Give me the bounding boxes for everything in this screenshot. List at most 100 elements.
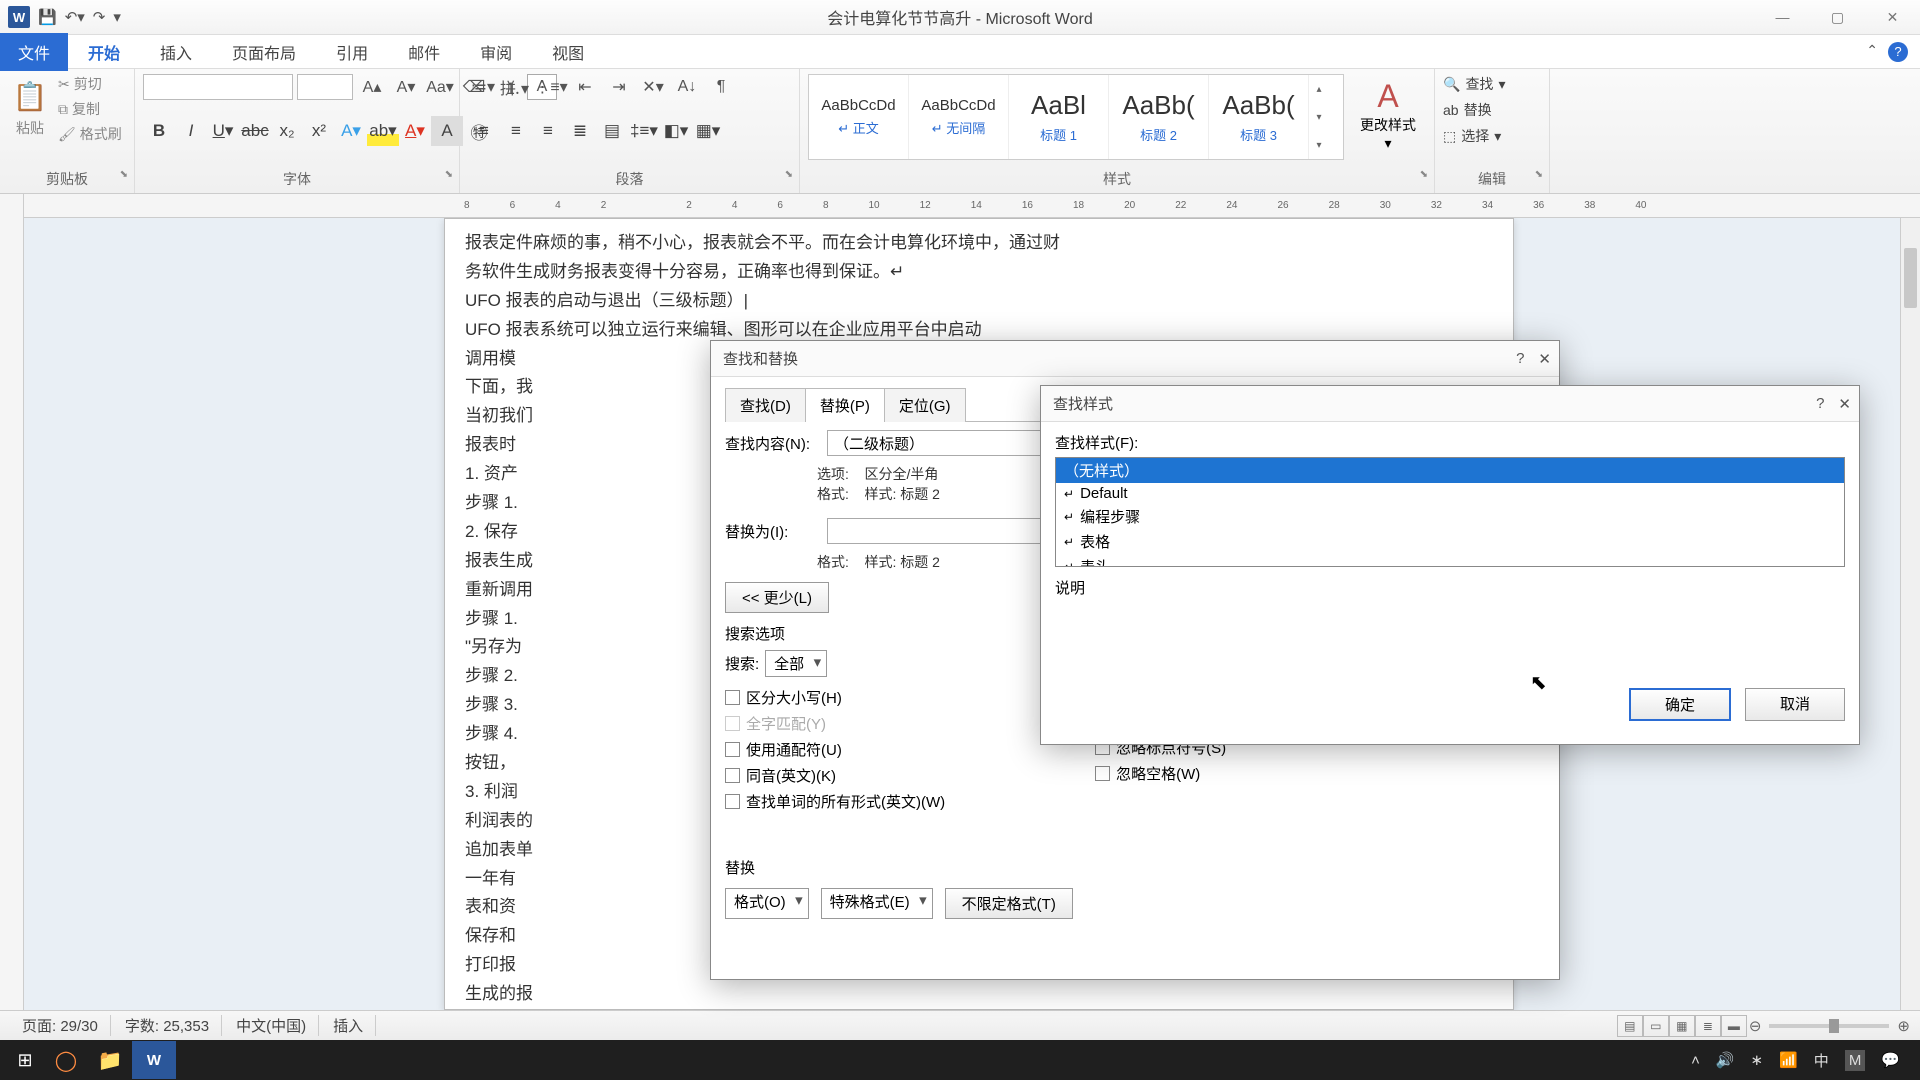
chk-sounds-like[interactable] xyxy=(725,768,740,783)
style-list-item[interactable]: （无样式） xyxy=(1056,458,1844,483)
font-size-combo[interactable] xyxy=(297,74,353,100)
tab-review[interactable]: 审阅 xyxy=(460,33,532,71)
vertical-scrollbar[interactable] xyxy=(1900,218,1920,1010)
tray-bluetooth-icon[interactable]: ∗ xyxy=(1751,1051,1764,1069)
scrollbar-thumb[interactable] xyxy=(1904,248,1917,308)
decrease-indent-icon[interactable]: ⇤ xyxy=(570,74,600,100)
subscript-button[interactable]: x₂ xyxy=(271,116,303,146)
redo-icon[interactable]: ↷ xyxy=(93,8,106,26)
no-formatting-button[interactable]: 不限定格式(T) xyxy=(945,888,1073,919)
align-left-icon[interactable]: ≡ xyxy=(468,116,500,146)
style-item[interactable]: AaBb(标题 3 xyxy=(1209,75,1309,159)
tab-mailings[interactable]: 邮件 xyxy=(388,33,460,71)
style-item[interactable]: AaBbCcDd↵ 无间隔 xyxy=(909,75,1009,159)
find-style-close-icon[interactable]: ✕ xyxy=(1838,395,1851,413)
save-icon[interactable]: 💾 xyxy=(38,8,57,26)
replace-button[interactable]: ab替换 xyxy=(1443,100,1541,120)
borders-icon[interactable]: ▦▾ xyxy=(692,116,724,146)
special-menu-button[interactable]: 特殊格式(E) xyxy=(821,888,933,919)
web-view-icon[interactable]: ▦ xyxy=(1669,1015,1695,1037)
zoom-slider[interactable] xyxy=(1769,1024,1889,1028)
format-painter-button[interactable]: 🖌格式刷 xyxy=(58,124,122,144)
distribute-icon[interactable]: ▤ xyxy=(596,116,628,146)
tray-notification-icon[interactable]: 💬 xyxy=(1881,1051,1900,1069)
char-shading-icon[interactable]: A xyxy=(431,116,463,146)
taskbar-cortana-icon[interactable]: ◯ xyxy=(44,1041,88,1079)
tab-goto[interactable]: 定位(G) xyxy=(884,388,966,422)
tab-home[interactable]: 开始 xyxy=(68,33,140,71)
format-menu-button[interactable]: 格式(O) xyxy=(725,888,809,919)
change-styles-button[interactable]: A 更改样式▾ xyxy=(1350,74,1426,156)
tab-view[interactable]: 视图 xyxy=(532,33,604,71)
start-button[interactable]: ⊞ xyxy=(6,1041,44,1079)
minimize-button[interactable]: — xyxy=(1755,0,1810,35)
paste-button[interactable]: 📋 粘贴 xyxy=(8,74,52,142)
find-button[interactable]: 🔍查找▾ xyxy=(1443,74,1541,94)
ok-button[interactable]: 确定 xyxy=(1629,688,1731,721)
status-language[interactable]: 中文(中国) xyxy=(224,1015,319,1036)
styles-more-button[interactable]: ▴▾▾ xyxy=(1309,75,1329,159)
strike-button[interactable]: abc xyxy=(239,116,271,146)
italic-button[interactable]: I xyxy=(175,116,207,146)
draft-view-icon[interactable]: ▬ xyxy=(1721,1015,1747,1037)
bold-button[interactable]: B xyxy=(143,116,175,146)
change-case-icon[interactable]: Aa▾ xyxy=(425,74,455,100)
shrink-font-icon[interactable]: A▾ xyxy=(391,74,421,100)
bullets-icon[interactable]: ≔▾ xyxy=(468,74,498,100)
close-button[interactable]: ✕ xyxy=(1865,0,1920,35)
dialog-close-icon[interactable]: ✕ xyxy=(1538,350,1551,368)
ribbon-collapse-icon[interactable]: ⌃ xyxy=(1866,42,1878,62)
print-layout-view-icon[interactable]: ▤ xyxy=(1617,1015,1643,1037)
help-icon[interactable]: ? xyxy=(1888,42,1908,62)
superscript-button[interactable]: x² xyxy=(303,116,335,146)
style-list-item[interactable]: ↵Default xyxy=(1056,483,1844,504)
status-word-count[interactable]: 字数: 25,353 xyxy=(113,1015,222,1036)
tab-insert[interactable]: 插入 xyxy=(140,33,212,71)
tab-replace[interactable]: 替换(P) xyxy=(805,388,885,422)
find-replace-title-bar[interactable]: 查找和替换 ? ✕ xyxy=(711,341,1559,377)
align-center-icon[interactable]: ≡ xyxy=(500,116,532,146)
tab-references[interactable]: 引用 xyxy=(316,33,388,71)
style-item[interactable]: AaBb(标题 2 xyxy=(1109,75,1209,159)
chk-word-forms[interactable] xyxy=(725,794,740,809)
chk-match-case[interactable] xyxy=(725,690,740,705)
tab-layout[interactable]: 页面布局 xyxy=(212,33,316,71)
font-color-icon[interactable]: A▾ xyxy=(399,116,431,146)
style-item[interactable]: AaBbCcDd↵ 正文 xyxy=(809,75,909,159)
style-item[interactable]: AaBl标题 1 xyxy=(1009,75,1109,159)
tab-find[interactable]: 查找(D) xyxy=(725,388,806,422)
status-page[interactable]: 页面: 29/30 xyxy=(10,1015,111,1036)
zoom-out-icon[interactable]: ⊖ xyxy=(1749,1017,1762,1035)
cut-button[interactable]: ✂剪切 xyxy=(58,74,122,94)
chk-wildcards[interactable] xyxy=(725,742,740,757)
dialog-help-icon[interactable]: ? xyxy=(1516,350,1524,368)
styles-gallery[interactable]: AaBbCcDd↵ 正文AaBbCcDd↵ 无间隔AaBl标题 1AaBb(标题… xyxy=(808,74,1344,160)
zoom-in-icon[interactable]: ⊕ xyxy=(1897,1017,1910,1035)
asian-layout-icon[interactable]: ✕▾ xyxy=(638,74,668,100)
tray-wifi-icon[interactable]: 📶 xyxy=(1779,1051,1798,1069)
tab-file[interactable]: 文件 xyxy=(0,33,68,71)
undo-icon[interactable]: ↶▾ xyxy=(65,8,85,26)
outline-view-icon[interactable]: ≣ xyxy=(1695,1015,1721,1037)
tray-chevron-icon[interactable]: ˄ xyxy=(1691,1052,1700,1069)
taskbar-word-icon[interactable]: W xyxy=(132,1041,176,1079)
shading-icon[interactable]: ◧▾ xyxy=(660,116,692,146)
style-listbox[interactable]: （无样式）↵Default↵编程步骤↵表格↵表头↵插图 xyxy=(1055,457,1845,567)
find-style-help-icon[interactable]: ? xyxy=(1816,395,1824,413)
font-family-combo[interactable] xyxy=(143,74,293,100)
style-list-item[interactable]: ↵编程步骤 xyxy=(1056,504,1844,529)
justify-icon[interactable]: ≣ xyxy=(564,116,596,146)
cancel-button[interactable]: 取消 xyxy=(1745,688,1845,721)
chk-ignore-space[interactable] xyxy=(1095,766,1110,781)
style-list-item[interactable]: ↵表头 xyxy=(1056,554,1844,567)
style-list-item[interactable]: ↵表格 xyxy=(1056,529,1844,554)
select-button[interactable]: ⬚选择▾ xyxy=(1443,126,1541,146)
text-effects-icon[interactable]: A▾ xyxy=(335,116,367,146)
numbering-icon[interactable]: ⒈▾ xyxy=(502,74,532,100)
sort-icon[interactable]: A↓ xyxy=(672,74,702,100)
maximize-button[interactable]: ▢ xyxy=(1810,0,1865,35)
fullscreen-view-icon[interactable]: ▭ xyxy=(1643,1015,1669,1037)
show-marks-icon[interactable]: ¶ xyxy=(706,74,736,100)
find-style-title-bar[interactable]: 查找样式 ? ✕ xyxy=(1041,386,1859,422)
view-mode-buttons[interactable]: ▤ ▭ ▦ ≣ ▬ xyxy=(1617,1015,1747,1037)
